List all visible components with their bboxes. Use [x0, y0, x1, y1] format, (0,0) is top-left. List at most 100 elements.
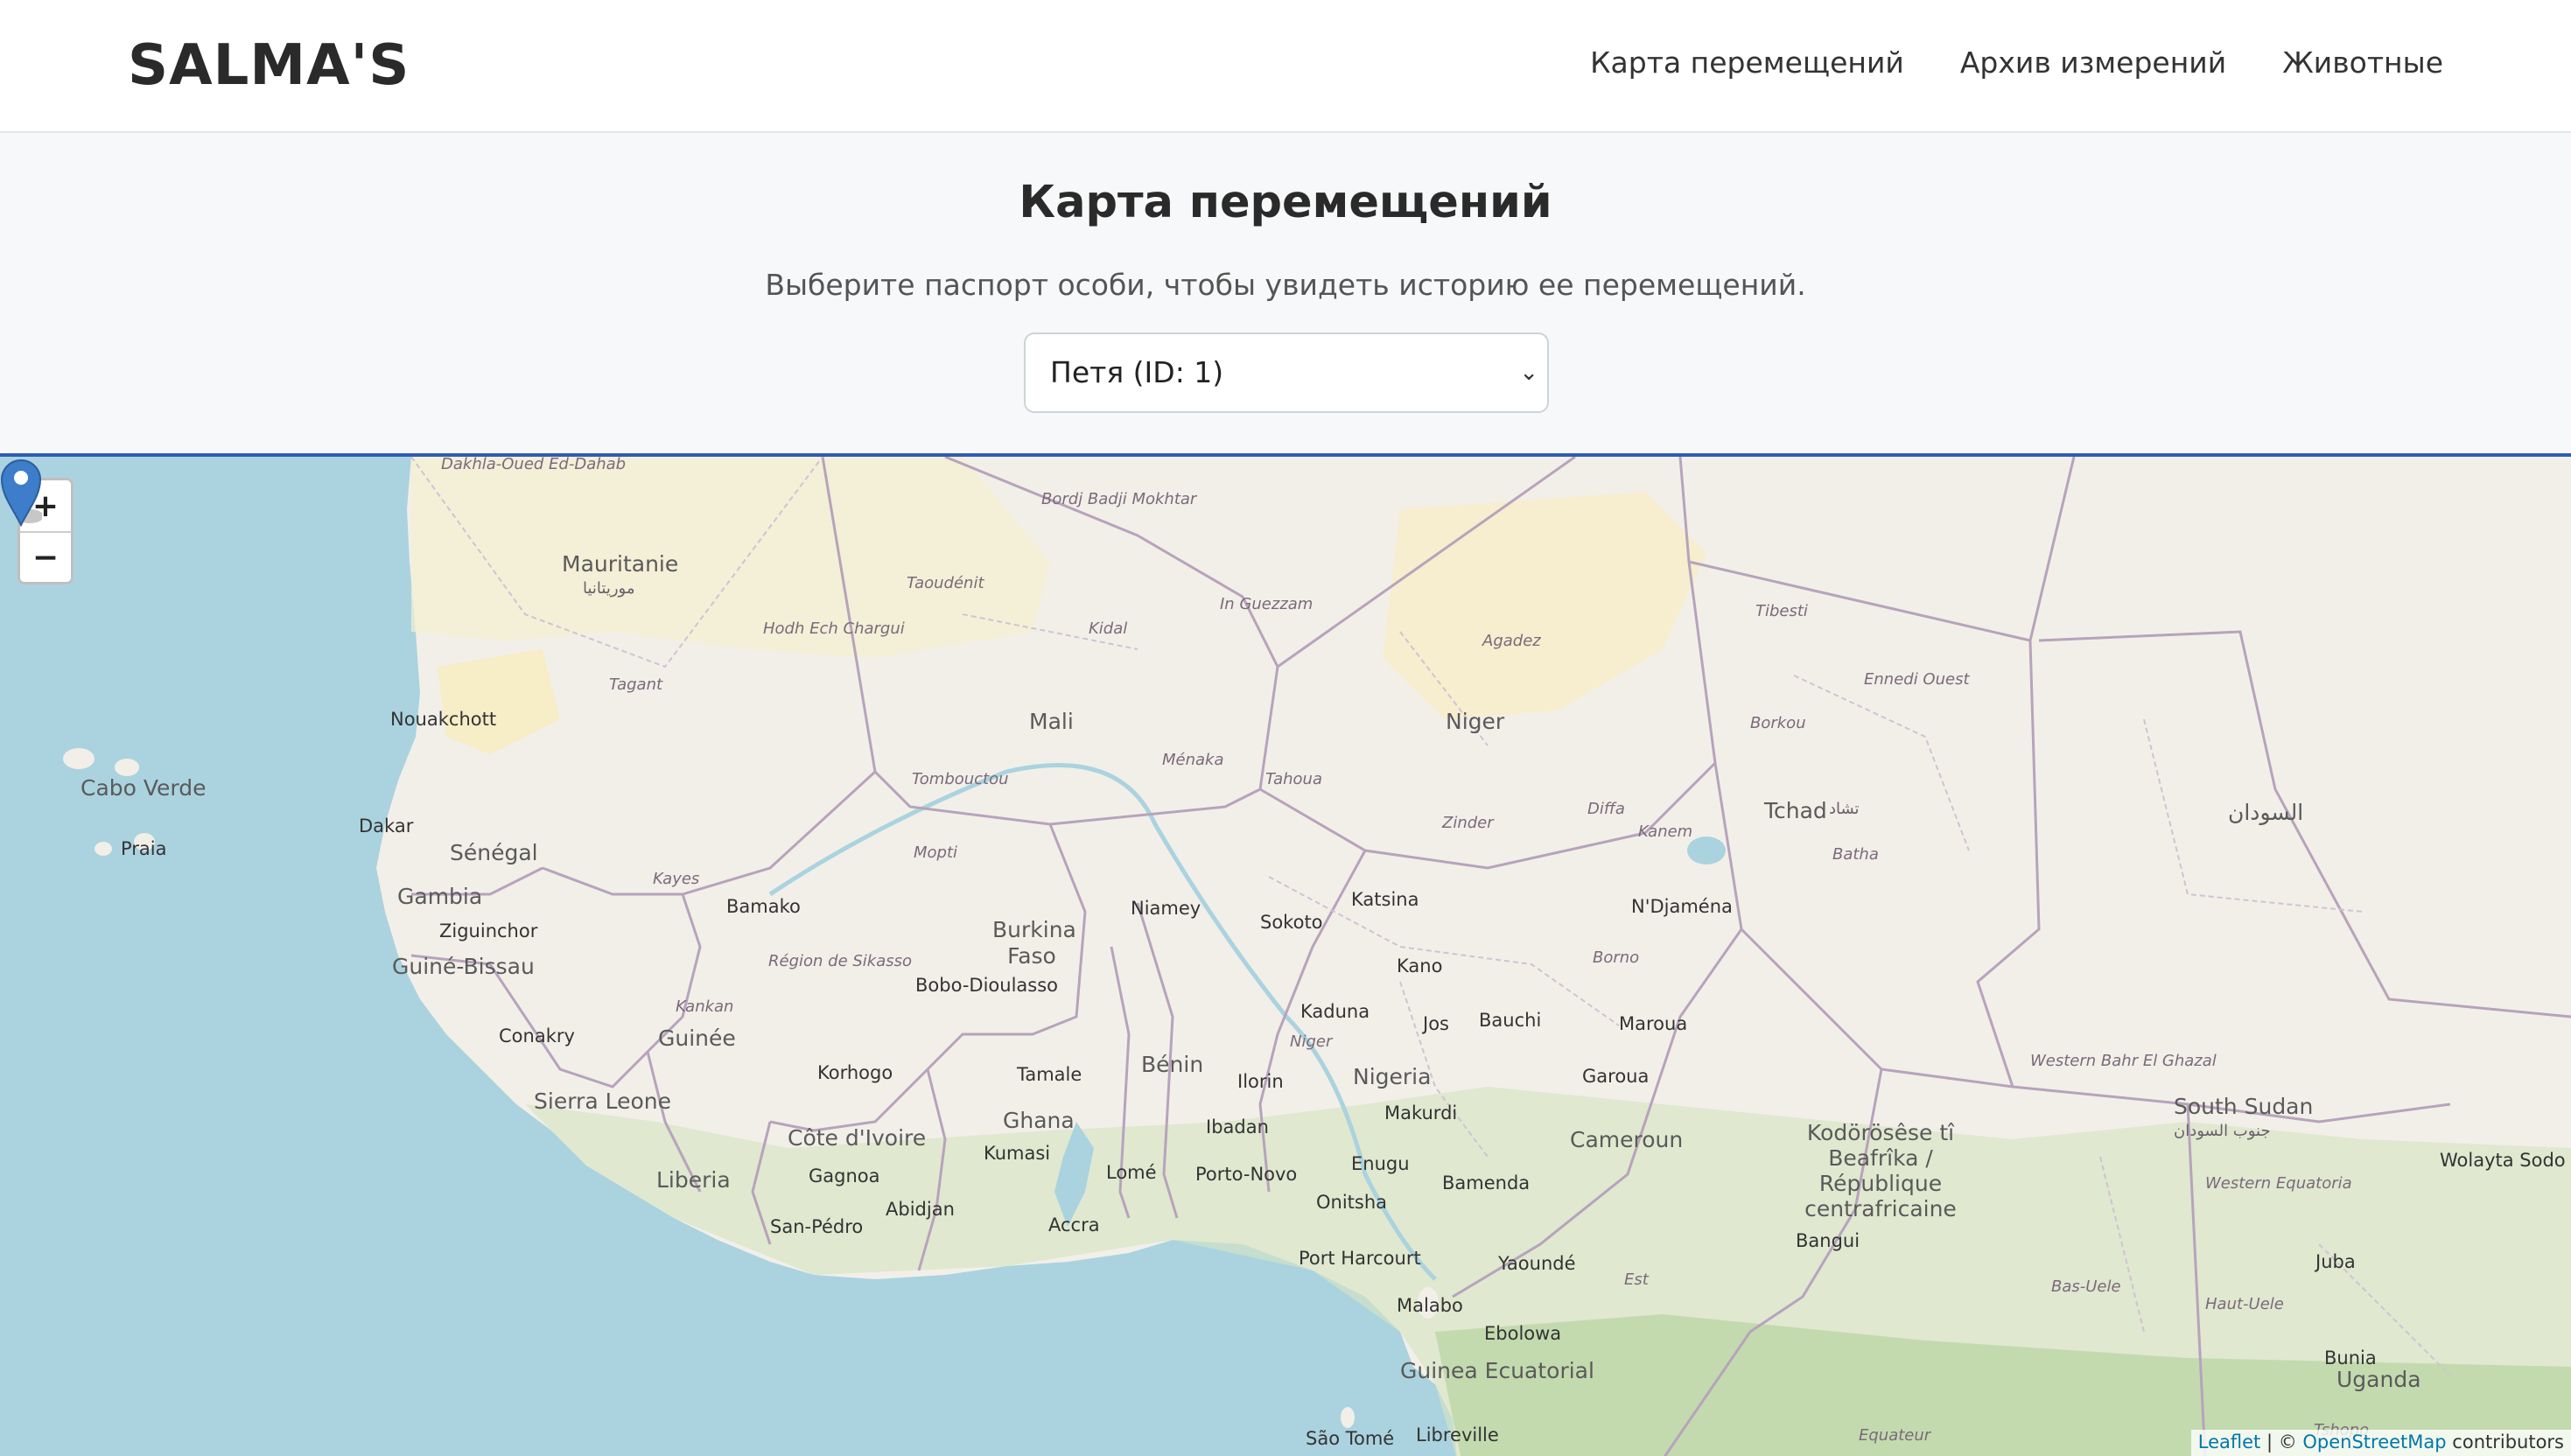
map-label: Mauritanie	[562, 551, 679, 577]
map-label: São Tomé	[1306, 1428, 1395, 1449]
map-label: Abidjan	[886, 1199, 955, 1220]
intro-section: Карта перемещений Выберите паспорт особи…	[0, 135, 2571, 453]
map-label: Borkou	[1750, 714, 1806, 732]
map-label: Côte d'Ivoire	[788, 1125, 927, 1151]
map-label: Tibesti	[1755, 602, 1808, 620]
map-label: Western Bahr El Ghazal	[2030, 1052, 2217, 1070]
map-label: Mali	[1029, 709, 1074, 734]
nav-link-movement-map[interactable]: Карта перемещений	[1590, 46, 1904, 80]
map-label: Niger	[1446, 709, 1505, 734]
map-label: Ménaka	[1162, 751, 1224, 769]
map-label: Bauchi	[1479, 1010, 1542, 1031]
map-label: Agadez	[1482, 632, 1541, 650]
map-label: Praia	[121, 838, 167, 859]
map-label: Dakhla-Oued Ed-Dahab	[441, 455, 627, 473]
map-label: Malabo	[1397, 1295, 1463, 1316]
map-label: Bénin	[1141, 1052, 1204, 1077]
map-label: Katsina	[1351, 889, 1419, 910]
map-label: Uganda	[2336, 1367, 2421, 1392]
map-label: Tchad	[1764, 798, 1827, 823]
map-label: جنوب السودان	[2174, 1122, 2271, 1140]
map-label: Kidal	[1089, 620, 1128, 638]
map-label: Gagnoa	[809, 1166, 880, 1186]
map-label: تشاد	[1829, 800, 1860, 818]
animal-select-value: Петя (ID: 1)	[1050, 355, 1224, 389]
map-label: Gambia	[397, 884, 483, 909]
map-label: Nigeria	[1353, 1064, 1432, 1089]
map-attribution: Leaflet | © OpenStreetMap contributors	[2190, 1430, 2571, 1456]
map-label: Wolayta Sodo	[2440, 1150, 2566, 1171]
map-label: Makurdi	[1384, 1102, 1458, 1124]
leaflet-link[interactable]: Leaflet	[2198, 1432, 2261, 1452]
map-label: Western Equatoria	[2205, 1174, 2352, 1193]
nav-link-measurement-archive[interactable]: Архив измерений	[1960, 46, 2226, 80]
map-label: Borno	[1593, 948, 1640, 967]
chevron-down-icon: ⌄	[1519, 360, 1538, 386]
map-label: Bamenda	[1442, 1172, 1531, 1194]
map-label: Burkina Faso	[992, 917, 1076, 969]
map-label: Ilorin	[1237, 1071, 1284, 1092]
map-label: Niger	[1290, 1032, 1333, 1051]
map-label: Porto-Novo	[1195, 1164, 1298, 1185]
map-label: Tahoua	[1265, 770, 1322, 788]
openstreetmap-link[interactable]: OpenStreetMap	[2302, 1432, 2446, 1452]
map-label: Ghana	[1003, 1108, 1075, 1133]
map-label: Nouakchott	[390, 709, 497, 730]
animal-select[interactable]: Петя (ID: 1) ⌄	[1024, 332, 1549, 413]
map-label: Lomé	[1106, 1162, 1157, 1183]
map-label: Cameroun	[1570, 1127, 1684, 1152]
map-label: Maroua	[1619, 1013, 1688, 1034]
map-label: Bordj Badji Mokhtar	[1041, 490, 1197, 508]
map-label: Ebolowa	[1484, 1323, 1562, 1344]
map-label: Bangui	[1796, 1230, 1860, 1251]
map-label: Sénégal	[450, 840, 538, 865]
attribution-separator: | ©	[2266, 1432, 2297, 1452]
map-label: Ziguinchor	[439, 920, 538, 942]
attribution-suffix: contributors	[2452, 1432, 2564, 1452]
map-label: Est	[1624, 1270, 1649, 1289]
map-label: Libreville	[1416, 1424, 1499, 1446]
map-label: Onitsha	[1316, 1192, 1388, 1213]
nav-link-animals[interactable]: Животные	[2282, 46, 2443, 80]
map-label: Guinea Ecuatorial	[1400, 1358, 1594, 1383]
page-title: Карта перемещений	[1019, 177, 1552, 228]
map-label: Haut-Uele	[2205, 1295, 2284, 1313]
map-label: Ibadan	[1206, 1116, 1269, 1138]
map-label: Tamale	[1017, 1064, 1082, 1085]
map-label: Korhogo	[817, 1062, 893, 1083]
map-label: Taoudénit	[907, 574, 984, 592]
map-label: Ennedi Ouest	[1864, 670, 1970, 689]
map-label: Niamey	[1131, 898, 1201, 919]
site-logo[interactable]: SALMA'S	[128, 33, 410, 98]
map-label: Région de Sikasso	[768, 952, 913, 970]
map-label: Sierra Leone	[534, 1088, 671, 1114]
map-label: Yaoundé	[1498, 1253, 1576, 1274]
map-label: Sokoto	[1260, 912, 1323, 933]
map-label: Bas-Uele	[2051, 1278, 2121, 1296]
movement-map[interactable]: Dakhla-Oued Ed-Dahab Taoudénit Bordj Bad…	[0, 453, 2571, 1456]
map-label: Tagant	[609, 676, 663, 694]
map-label: Mopti	[914, 844, 958, 862]
map-label: Kaduna	[1300, 1001, 1370, 1022]
map-label: Garoua	[1582, 1066, 1650, 1087]
map-marker-icon[interactable]	[0, 457, 42, 527]
map-label: Kanem	[1638, 822, 1693, 841]
map-label: السودان	[2228, 800, 2304, 825]
map-label: Guinée	[658, 1026, 736, 1051]
map-label: In Guezzam	[1220, 595, 1314, 613]
top-navbar: SALMA'S Карта перемещений Архив измерени…	[0, 0, 2571, 133]
map-label: Diffa	[1587, 800, 1625, 818]
map-label: موريتانيا	[583, 579, 635, 598]
map-label: Zinder	[1442, 814, 1494, 832]
map-label: Cabo Verde	[81, 775, 207, 801]
map-label: Kankan	[676, 998, 734, 1016]
map-label: Kodörösêse tî Beafrîka / République cent…	[1804, 1120, 1957, 1222]
zoom-out-button[interactable]: −	[20, 531, 71, 582]
map-label: Kumasi	[984, 1143, 1051, 1164]
map-label: N'Djaména	[1631, 896, 1733, 917]
map-label: Guiné-Bissau	[392, 954, 535, 979]
map-label: Tombouctou	[912, 770, 1009, 788]
map-label: Bamako	[726, 896, 801, 917]
map-label: Kayes	[653, 870, 700, 888]
map-label: Liberia	[656, 1167, 731, 1193]
